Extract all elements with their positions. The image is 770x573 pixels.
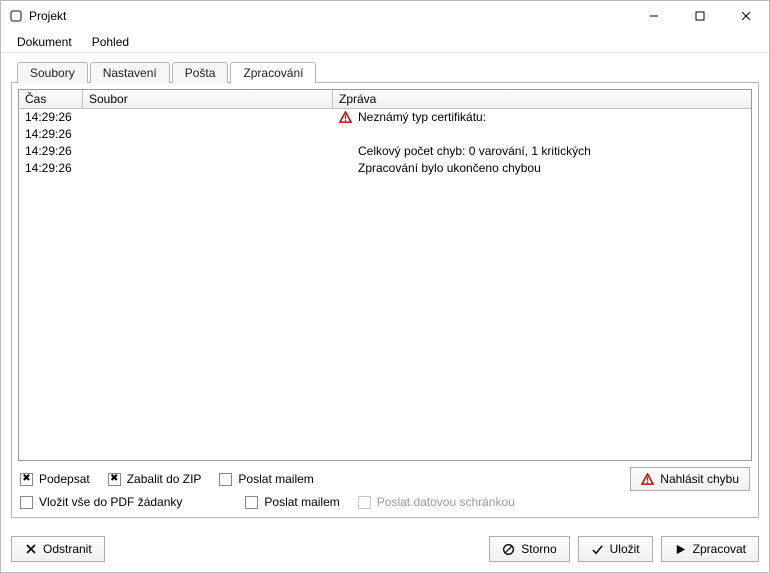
warning-icon (641, 473, 654, 486)
checkbox-label: Poslat mailem (264, 495, 339, 509)
checkbox-label: Poslat datovou schránkou (377, 495, 515, 509)
warning-icon (339, 111, 352, 124)
table-row[interactable]: 14:29:26 (19, 126, 751, 143)
cell-message: Celkový počet chyb: 0 varování, 1 kritic… (333, 143, 751, 160)
tab-soubory[interactable]: Soubory (17, 62, 88, 83)
checkbox-label: Podepsat (39, 472, 90, 486)
cell-time: 14:29:26 (19, 143, 83, 160)
table-row[interactable]: 14:29:26 Celkový počet chyb: 0 varování,… (19, 143, 751, 160)
ulozit-button[interactable]: Uložit (578, 536, 653, 562)
checkbox-label: Zabalit do ZIP (127, 472, 202, 486)
tabpanel-zpracovani: Čas Soubor Zpráva 14:29:26 Neznámý typ c… (11, 82, 759, 518)
cell-file (83, 109, 333, 126)
button-label: Zpracovat (693, 542, 746, 556)
options-row-2: Vložit vše do PDF žádanky Poslat mailem … (18, 493, 752, 511)
checkbox-icon (219, 473, 232, 486)
cell-file (83, 143, 333, 160)
grid-body[interactable]: 14:29:26 Neznámý typ certifikátu: 14:29:… (19, 109, 751, 460)
app-icon (9, 9, 23, 23)
message-text: Zpracování bylo ukončeno chybou (358, 160, 541, 177)
grid-header: Čas Soubor Zpráva (19, 90, 751, 109)
check-icon (591, 543, 604, 556)
column-header-time[interactable]: Čas (19, 90, 83, 108)
checkbox-label: Poslat mailem (238, 472, 313, 486)
column-header-file[interactable]: Soubor (83, 90, 333, 108)
cell-time: 14:29:26 (19, 126, 83, 143)
checkbox-icon (20, 496, 33, 509)
zpracovat-button[interactable]: Zpracovat (661, 536, 759, 562)
maximize-button[interactable] (677, 1, 723, 31)
checkbox-icon (108, 473, 121, 486)
tab-nastaveni[interactable]: Nastavení (90, 62, 170, 83)
message-text: Neznámý typ certifikátu: (358, 109, 486, 126)
titlebar: Projekt (1, 1, 769, 31)
footer: Odstranit Storno Uložit Zpracovat (1, 528, 769, 572)
menu-pohled[interactable]: Pohled (82, 33, 139, 51)
checkbox-zabalit-zip[interactable]: Zabalit do ZIP (108, 472, 202, 486)
cell-file (83, 160, 333, 177)
checkbox-poslat-datovou: Poslat datovou schránkou (358, 495, 515, 509)
checkbox-podepsat[interactable]: Podepsat (20, 472, 90, 486)
checkbox-label: Vložit vše do PDF žádanky (39, 495, 182, 509)
close-button[interactable] (723, 1, 769, 31)
tabstrip: Soubory Nastavení Pošta Zpracování (11, 62, 759, 83)
play-icon (674, 543, 687, 556)
button-label: Odstranit (43, 542, 92, 556)
button-label: Storno (521, 542, 556, 556)
window-title: Projekt (29, 9, 66, 23)
button-label: Uložit (610, 542, 640, 556)
cross-icon (24, 543, 37, 556)
cell-time: 14:29:26 (19, 109, 83, 126)
checkbox-icon (20, 473, 33, 486)
cell-message (333, 126, 751, 143)
column-header-message[interactable]: Zpráva (333, 90, 751, 108)
minimize-button[interactable] (631, 1, 677, 31)
app-window: Projekt Dokument Pohled Soubory Nastaven… (0, 0, 770, 573)
menu-dokument[interactable]: Dokument (7, 33, 82, 51)
icon-placeholder (339, 145, 352, 158)
cell-time: 14:29:26 (19, 160, 83, 177)
log-grid: Čas Soubor Zpráva 14:29:26 Neznámý typ c… (18, 89, 752, 461)
button-label: Nahlásit chybu (660, 472, 739, 486)
cell-file (83, 126, 333, 143)
storno-button[interactable]: Storno (489, 536, 569, 562)
checkbox-poslat-mailem-1[interactable]: Poslat mailem (219, 472, 313, 486)
menubar: Dokument Pohled (1, 31, 769, 53)
tab-zpracovani[interactable]: Zpracování (230, 62, 316, 83)
client-area: Soubory Nastavení Pošta Zpracování Čas S… (1, 53, 769, 528)
cancel-icon (502, 543, 515, 556)
checkbox-icon (245, 496, 258, 509)
icon-placeholder (339, 128, 352, 141)
options-row-1: Podepsat Zabalit do ZIP Poslat mailem Na… (18, 461, 752, 493)
cell-message: Zpracování bylo ukončeno chybou (333, 160, 751, 177)
nahlasit-chybu-button[interactable]: Nahlásit chybu (630, 467, 750, 491)
table-row[interactable]: 14:29:26 Neznámý typ certifikátu: (19, 109, 751, 126)
checkbox-icon (358, 496, 371, 509)
message-text: Celkový počet chyb: 0 varování, 1 kritic… (358, 143, 591, 160)
odstranit-button[interactable]: Odstranit (11, 536, 105, 562)
checkbox-poslat-mailem-2[interactable]: Poslat mailem (245, 495, 339, 509)
checkbox-vlozit-pdf[interactable]: Vložit vše do PDF žádanky (20, 495, 182, 509)
tab-posta[interactable]: Pošta (172, 62, 229, 83)
table-row[interactable]: 14:29:26 Zpracování bylo ukončeno chybou (19, 160, 751, 177)
cell-message: Neznámý typ certifikátu: (333, 109, 751, 126)
icon-placeholder (339, 162, 352, 175)
